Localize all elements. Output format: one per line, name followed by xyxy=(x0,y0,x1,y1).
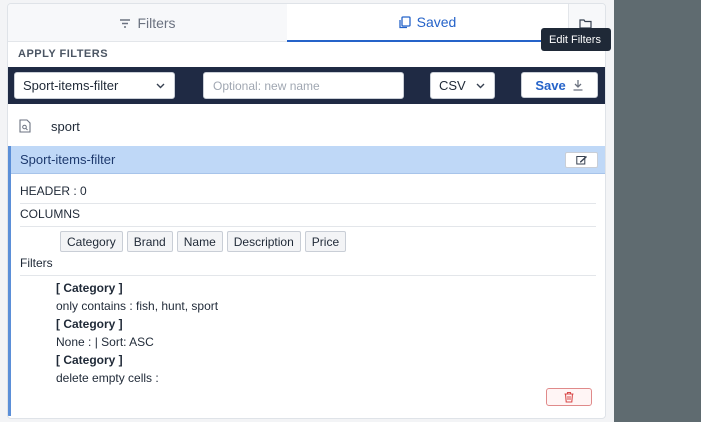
save-button-label: Save xyxy=(535,77,566,93)
saved-filters-panel: Filters Saved APPLY FILTERS Sport-items-… xyxy=(7,3,606,419)
filter-card-header: Sport-items-filter xyxy=(11,146,605,174)
filter-select-value: Sport-items-filter xyxy=(23,78,119,93)
filter-card-title: Sport-items-filter xyxy=(20,152,116,167)
delete-filter-button[interactable] xyxy=(546,388,592,406)
column-chip: Price xyxy=(304,231,347,252)
filter-rules-list: [ Category ] only contains : fish, hunt,… xyxy=(56,279,218,387)
chevron-down-icon xyxy=(156,83,165,89)
apply-toolbar: Sport-items-filter CSV Save xyxy=(8,67,605,104)
column-chips: Category Brand Name Description Price xyxy=(60,231,347,252)
column-chip: Brand xyxy=(126,231,173,252)
chevron-down-icon xyxy=(476,83,485,89)
tab-filters-label: Filters xyxy=(137,15,176,31)
columns-heading: COLUMNS xyxy=(20,207,81,221)
tab-bar: Filters Saved xyxy=(8,4,605,42)
copy-icon xyxy=(398,15,411,28)
filter-rule-column: [ Category ] xyxy=(56,281,123,295)
background-overlay xyxy=(614,0,701,422)
format-select-value: CSV xyxy=(439,78,466,93)
divider xyxy=(20,226,596,227)
download-icon xyxy=(573,80,583,91)
column-chip: Name xyxy=(176,231,223,252)
filter-rule-column: [ Category ] xyxy=(56,317,123,331)
saved-filter-item-label: sport xyxy=(51,119,80,134)
format-select[interactable]: CSV xyxy=(430,72,495,99)
filter-rule-text: only contains : fish, hunt, sport xyxy=(56,299,219,313)
filter-lines-icon xyxy=(120,18,131,28)
header-value: HEADER : 0 xyxy=(20,184,87,198)
filters-heading: Filters xyxy=(20,256,53,270)
tab-saved[interactable]: Saved xyxy=(287,4,568,42)
document-search-icon xyxy=(19,119,31,133)
edit-icon xyxy=(575,156,587,165)
apply-filters-heading: APPLY FILTERS xyxy=(18,48,109,60)
save-button[interactable]: Save xyxy=(521,72,598,98)
divider xyxy=(20,203,596,204)
edit-filters-button[interactable] xyxy=(565,152,598,168)
column-chip: Description xyxy=(226,231,301,252)
filter-detail-card: Sport-items-filter HEADER : 0 COLUMNS Ca… xyxy=(8,146,605,416)
edit-filters-tooltip: Edit Filters xyxy=(541,28,611,51)
tab-filters[interactable]: Filters xyxy=(8,4,287,42)
filter-rule-text: None : | Sort: ASC xyxy=(56,335,154,349)
trash-icon xyxy=(564,391,574,403)
filter-rule-text: delete empty cells : xyxy=(56,371,159,385)
saved-filter-item-sport[interactable]: sport xyxy=(8,108,605,145)
folder-icon xyxy=(578,18,592,29)
column-chip: Category xyxy=(60,231,123,252)
new-name-input[interactable] xyxy=(203,72,404,99)
filter-rule-column: [ Category ] xyxy=(56,353,123,367)
divider xyxy=(20,275,596,276)
filter-select[interactable]: Sport-items-filter xyxy=(14,72,175,99)
tab-saved-label: Saved xyxy=(416,14,457,30)
